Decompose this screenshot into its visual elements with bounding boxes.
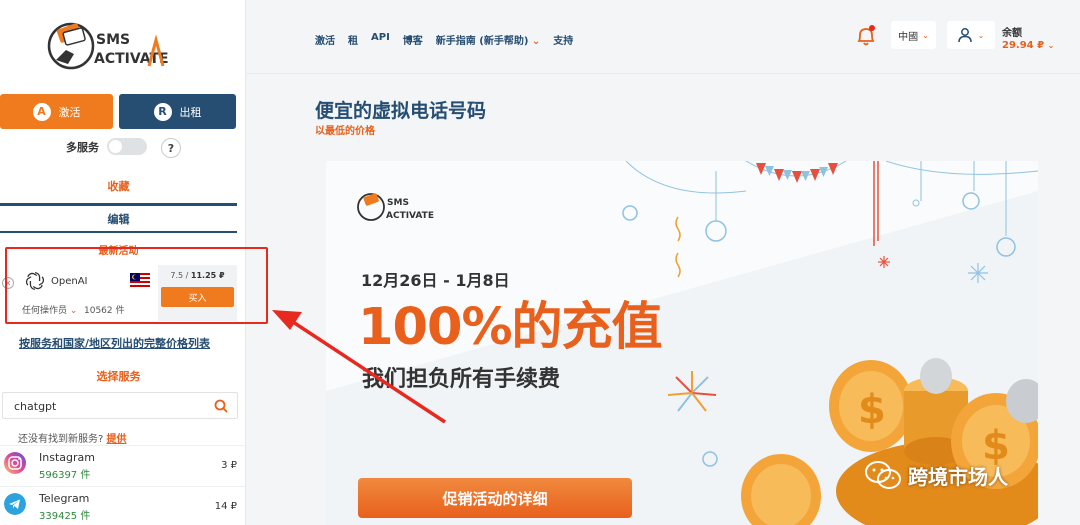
balance-label: 余额	[1002, 28, 1022, 39]
service-search-input[interactable]: chatgpt	[2, 392, 238, 419]
notification-bell-icon[interactable]	[855, 24, 877, 48]
chevron-down-icon: ⌄	[977, 30, 985, 40]
nav-api[interactable]: API	[371, 32, 390, 47]
main-nav: 激活 租 API 博客 新手指南 (新手帮助) ⌄ 支持	[315, 32, 573, 47]
banner-logo-sms: SMS	[387, 198, 409, 208]
nav-blog[interactable]: 博客	[403, 32, 423, 47]
chevron-down-icon: ⌄	[922, 30, 929, 40]
search-icon[interactable]	[213, 398, 229, 414]
promo-details-button[interactable]: 促销活动的详细	[358, 478, 632, 518]
chevron-down-icon: ⌄	[1047, 41, 1055, 50]
balance-value[interactable]: 29.94 ₽ ⌄	[1002, 40, 1054, 51]
page-title: 便宜的虚拟电话号码	[315, 100, 487, 122]
sms-activate-logo[interactable]: SMS ACTIVATE	[46, 14, 192, 78]
rent-icon: R	[153, 102, 172, 121]
top-header: 激活 租 API 博客 新手指南 (新手帮助) ⌄ 支持 中國 ⌄ ⌄ 余额 2…	[247, 0, 1080, 74]
service-name: Telegram	[39, 492, 90, 505]
service-price: 14 ₽	[214, 501, 237, 512]
rent-label: 出租	[179, 105, 202, 119]
suggest-service-link[interactable]: 提供	[107, 434, 127, 445]
tab-favorites[interactable]: 收藏	[0, 178, 237, 206]
language-select[interactable]: 中國 ⌄	[891, 21, 936, 49]
promo-headline: 100%的充值	[358, 298, 663, 357]
multi-service-row: 多服务	[66, 138, 147, 155]
page-subtitle: 以最低的价格	[315, 126, 375, 137]
not-found-row: 还没有找到新服务? 提供	[18, 430, 127, 445]
wechat-icon	[865, 461, 901, 489]
not-found-text: 还没有找到新服务?	[18, 434, 104, 445]
nav-rent[interactable]: 租	[348, 32, 358, 47]
user-menu[interactable]: ⌄	[947, 21, 995, 49]
tab-edit[interactable]: 编辑	[0, 211, 237, 233]
wechat-watermark: 跨境市场人	[864, 460, 1008, 490]
nav-activate[interactable]: 激活	[315, 32, 335, 47]
chevron-down-icon: ⌄	[531, 36, 541, 47]
service-count: 596397 件	[39, 470, 91, 481]
language-value: 中國	[898, 31, 919, 43]
balance-amount: 29.94 ₽	[1002, 40, 1045, 51]
service-row-instagram[interactable]: Instagram 596397 件 3 ₽	[0, 445, 245, 485]
banner-logo-activate: ACTIVATE	[386, 211, 434, 221]
service-count: 339425 件	[39, 511, 91, 522]
multi-service-label: 多服务	[66, 140, 99, 154]
activate-mode-button[interactable]: A 激活	[0, 94, 113, 129]
multi-service-toggle[interactable]	[107, 138, 147, 155]
svg-text:$: $	[858, 387, 886, 433]
choose-service-title: 选择服务	[96, 370, 141, 383]
user-icon	[957, 28, 972, 43]
service-name: Instagram	[39, 451, 95, 464]
activate-label: 激活	[58, 105, 81, 119]
promo-subline: 我们担负所有手续费	[362, 367, 561, 392]
instagram-icon	[4, 452, 26, 474]
service-row-telegram[interactable]: Telegram 339425 件 14 ₽	[0, 486, 245, 525]
help-icon[interactable]: ?	[161, 138, 181, 158]
nav-guide[interactable]: 新手指南 (新手帮助) ⌄	[436, 32, 541, 47]
search-value: chatgpt	[14, 400, 57, 413]
banner-logo: SMS ACTIVATE	[357, 193, 434, 221]
rent-mode-button[interactable]: R 出租	[119, 94, 236, 129]
logo-activate-text: ACTIVATE	[94, 51, 169, 67]
activate-icon: A	[32, 102, 51, 121]
telegram-icon	[4, 493, 26, 515]
service-price: 3 ₽	[221, 460, 237, 471]
nav-support[interactable]: 支持	[553, 32, 573, 47]
annotation-highlight-box	[5, 247, 268, 324]
full-price-list-link[interactable]: 按服务和国家/地区列出的完整价格列表	[19, 335, 210, 351]
watermark-text: 跨境市场人	[908, 464, 1008, 489]
logo-sms-text: SMS	[96, 32, 130, 48]
nav-guide-label: 新手指南 (新手帮助)	[435, 36, 529, 47]
